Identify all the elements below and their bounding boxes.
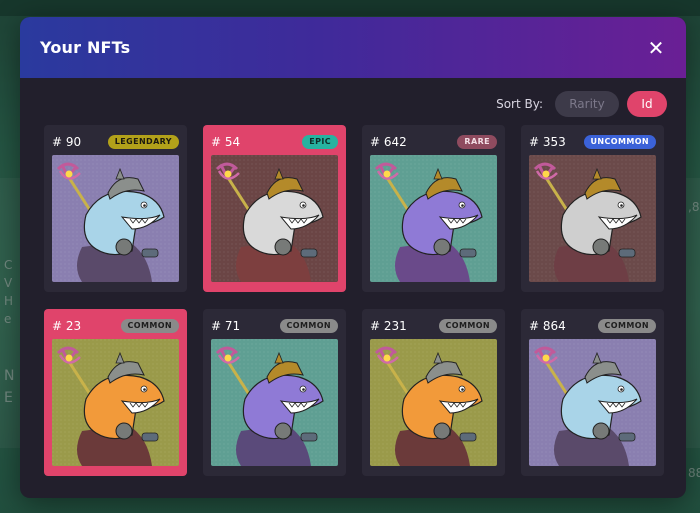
nft-card[interactable]: # 23 COMMON [44,309,187,476]
nft-id: # 54 [211,135,241,149]
nft-card[interactable]: # 90 LEGENDARY [44,125,187,292]
rarity-badge: COMMON [279,319,338,333]
nft-card[interactable]: # 864 COMMON [521,309,664,476]
nft-id: # 353 [529,135,566,149]
nft-card-header: # 231 COMMON [370,318,497,334]
nft-card[interactable]: # 353 UNCOMMON [521,125,664,292]
nft-card[interactable]: # 642 RARE [362,125,505,292]
sort-id-button[interactable]: Id [627,91,667,117]
nft-artwork-image [370,339,497,466]
nft-id: # 23 [52,319,82,333]
nft-card-header: # 642 RARE [370,134,497,150]
shark-knight-illustration [370,155,497,282]
nft-card-header: # 864 COMMON [529,318,656,334]
nft-artwork-image [211,339,338,466]
nft-card[interactable]: # 231 COMMON [362,309,505,476]
nft-card[interactable]: # 54 EPIC [203,125,346,292]
sort-label: Sort By: [496,97,543,111]
rarity-badge: UNCOMMON [583,135,656,149]
nft-card[interactable]: # 71 COMMON [203,309,346,476]
sort-controls: Sort By: Rarity Id [496,91,667,117]
nft-artwork-image [529,339,656,466]
nft-card-header: # 54 EPIC [211,134,338,150]
shark-knight-illustration [52,155,179,282]
nft-id: # 864 [529,319,566,333]
nft-artwork-image [529,155,656,282]
nft-artwork-image [211,155,338,282]
nft-id: # 642 [370,135,407,149]
nft-id: # 90 [52,135,82,149]
close-icon[interactable]: ✕ [646,38,666,58]
nft-card-header: # 353 UNCOMMON [529,134,656,150]
nft-card-header: # 90 LEGENDARY [52,134,179,150]
nft-artwork-image [370,155,497,282]
rarity-badge: EPIC [302,135,338,149]
nft-card-header: # 71 COMMON [211,318,338,334]
rarity-badge: COMMON [597,319,656,333]
nft-id: # 71 [211,319,241,333]
shark-knight-illustration [211,339,338,466]
sort-rarity-button[interactable]: Rarity [555,91,619,117]
rarity-badge: COMMON [120,319,179,333]
nft-artwork-image [52,339,179,466]
shark-knight-illustration [529,339,656,466]
modal-title: Your NFTs [40,38,131,57]
shark-knight-illustration [370,339,497,466]
modal-header: Your NFTs ✕ [20,17,686,78]
shark-knight-illustration [52,339,179,466]
rarity-badge: RARE [457,135,497,149]
nft-artwork-image [52,155,179,282]
nft-id: # 231 [370,319,407,333]
shark-knight-illustration [211,155,338,282]
rarity-badge: LEGENDARY [107,135,179,149]
nft-modal: Your NFTs ✕ Sort By: Rarity Id # 90 LEGEN… [20,17,686,498]
nft-card-header: # 23 COMMON [52,318,179,334]
rarity-badge: COMMON [438,319,497,333]
shark-knight-illustration [529,155,656,282]
nft-grid: # 90 LEGENDARY # 54 EPIC # 642 RARE # 35… [44,125,664,476]
